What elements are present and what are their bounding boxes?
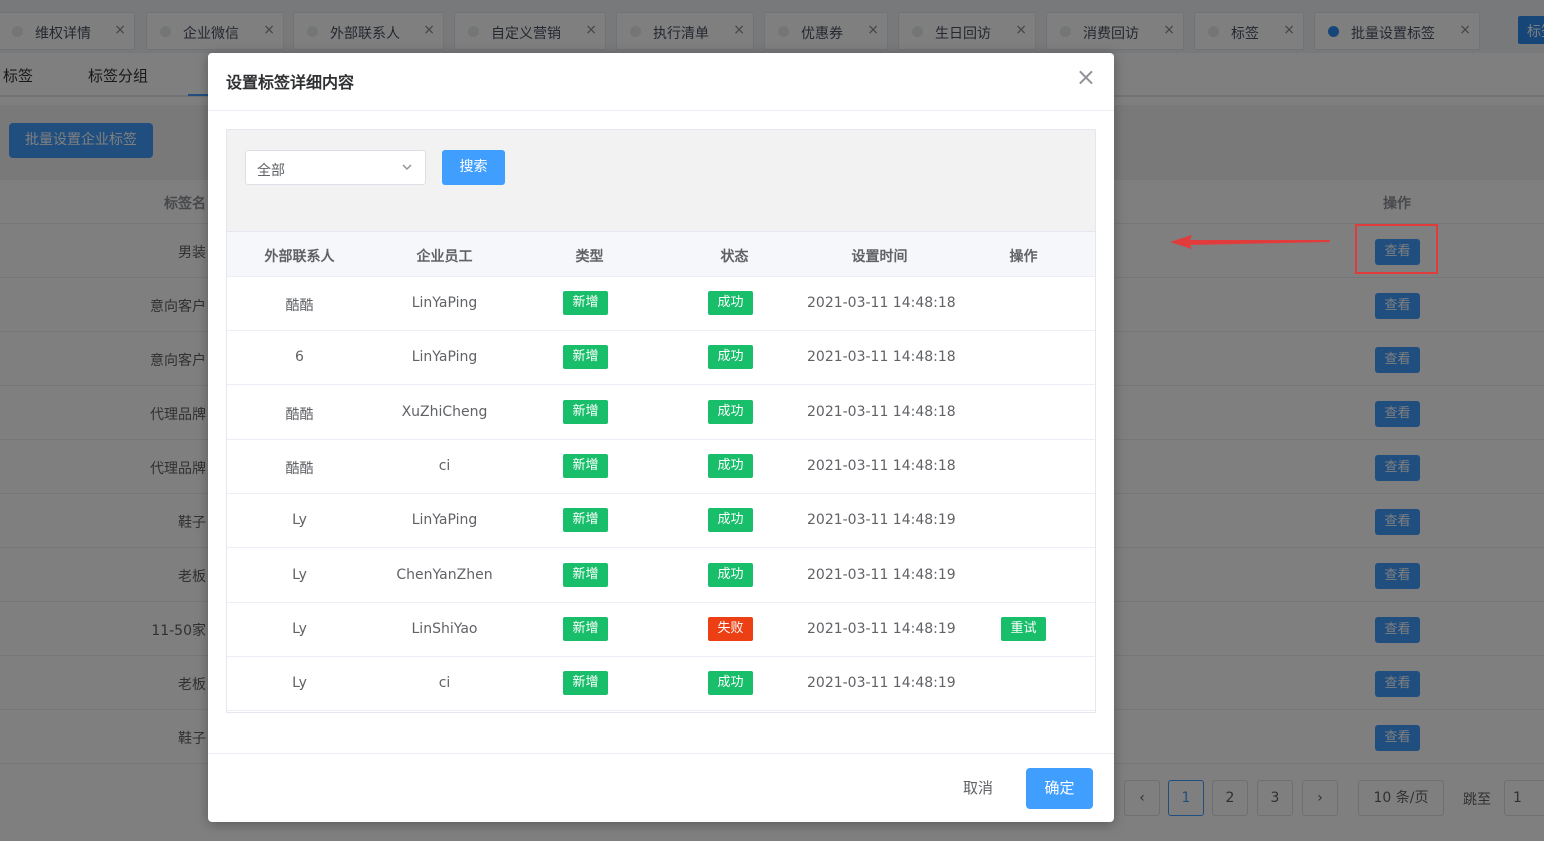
filter-bar: 全部 搜索 [226, 129, 1096, 232]
header-time: 设置时间 [851, 249, 908, 265]
status-badge: 成功 [708, 454, 753, 478]
status-badge: 成功 [708, 563, 753, 587]
employee-cell: ci [438, 675, 451, 691]
contact-cell: 酷酷 [285, 407, 314, 423]
detail-table: 外部联系人 企业员工 类型 状态 设置时间 操作 酷酷 LinYaPing 新增… [226, 232, 1096, 713]
employee-cell: XuZhiCheng [401, 404, 488, 420]
employee-cell: LinShiYao [411, 621, 478, 637]
employee-cell: LinYaPing [411, 512, 478, 528]
type-badge: 新增 [563, 454, 608, 478]
type-badge: 新增 [563, 400, 608, 424]
table-row: Ly LinShiYao 新增 失败 2021-03-11 14:48:19 重… [227, 603, 1095, 657]
search-button[interactable]: 搜索 [442, 150, 505, 185]
dialog-header: 设置标签详细内容 × [208, 53, 1114, 111]
type-badge: 新增 [563, 291, 608, 315]
select-value: 全部 [257, 163, 285, 179]
close-icon[interactable]: × [1076, 65, 1096, 89]
time-cell: 2021-03-11 14:48:18 [807, 404, 956, 420]
table-row: 酷酷 LinYaPing 新增 成功 2021-03-11 14:48:18 [227, 277, 1095, 331]
contact-cell: Ly [292, 675, 307, 691]
header-contact: 外部联系人 [264, 249, 335, 265]
status-badge: 成功 [708, 291, 753, 315]
contact-cell: 6 [295, 349, 304, 365]
dialog-footer: 取消 确定 [208, 753, 1114, 822]
table-header: 外部联系人 企业员工 类型 状态 设置时间 操作 [227, 232, 1095, 277]
status-badge: 成功 [708, 345, 753, 369]
cancel-button[interactable]: 取消 [948, 768, 1008, 809]
status-select[interactable]: 全部 [245, 150, 426, 185]
table-row: 酷酷 ci 新增 成功 2021-03-11 14:48:18 [227, 440, 1095, 494]
status-badge: 失败 [708, 617, 753, 641]
dialog-title: 设置标签详细内容 [226, 73, 355, 92]
status-badge: 成功 [708, 508, 753, 532]
table-row: Ly LinYaPing 新增 成功 2021-03-11 14:48:19 [227, 494, 1095, 548]
retry-button[interactable]: 重试 [1001, 617, 1046, 641]
employee-cell: LinYaPing [411, 295, 478, 311]
time-cell: 2021-03-11 14:48:18 [807, 295, 956, 311]
type-badge: 新增 [563, 563, 608, 587]
time-cell: 2021-03-11 14:48:18 [807, 458, 956, 474]
confirm-button[interactable]: 确定 [1026, 768, 1093, 809]
chevron-down-icon [402, 164, 412, 171]
status-badge: 成功 [708, 400, 753, 424]
time-cell: 2021-03-11 14:48:19 [807, 675, 956, 691]
contact-cell: Ly [292, 567, 307, 583]
tag-detail-dialog: 设置标签详细内容 × 全部 搜索 外部联系人 企业员工 类型 状态 设置时间 操… [208, 53, 1114, 822]
contact-cell: 酷酷 [285, 298, 314, 314]
contact-cell: 酷酷 [285, 461, 314, 477]
header-type: 类型 [575, 249, 604, 265]
arrow-left-icon [1170, 235, 1330, 249]
status-badge: 成功 [708, 671, 753, 695]
employee-cell: ci [438, 458, 451, 474]
type-badge: 新增 [563, 671, 608, 695]
contact-cell: Ly [292, 512, 307, 528]
type-badge: 新增 [563, 345, 608, 369]
contact-cell: Ly [292, 621, 307, 637]
table-row: 6 LinYaPing 新增 成功 2021-03-11 14:48:18 [227, 331, 1095, 385]
time-cell: 2021-03-11 14:48:19 [807, 567, 956, 583]
employee-cell: ChenYanZhen [396, 567, 493, 583]
table-row: Ly ci 新增 成功 2021-03-11 14:48:19 [227, 657, 1095, 711]
table-row: Ly ChenYanZhen 新增 成功 2021-03-11 14:48:19 [227, 549, 1095, 603]
table-row: 酷酷 XuZhiCheng 新增 成功 2021-03-11 14:48:18 [227, 386, 1095, 440]
time-cell: 2021-03-11 14:48:19 [807, 621, 956, 637]
header-action: 操作 [1009, 249, 1038, 265]
time-cell: 2021-03-11 14:48:19 [807, 512, 956, 528]
header-employee: 企业员工 [416, 249, 473, 265]
type-badge: 新增 [563, 617, 608, 641]
highlight-box [1355, 224, 1438, 274]
employee-cell: LinYaPing [411, 349, 478, 365]
header-status: 状态 [720, 249, 749, 265]
time-cell: 2021-03-11 14:48:18 [807, 349, 956, 365]
type-badge: 新增 [563, 508, 608, 532]
